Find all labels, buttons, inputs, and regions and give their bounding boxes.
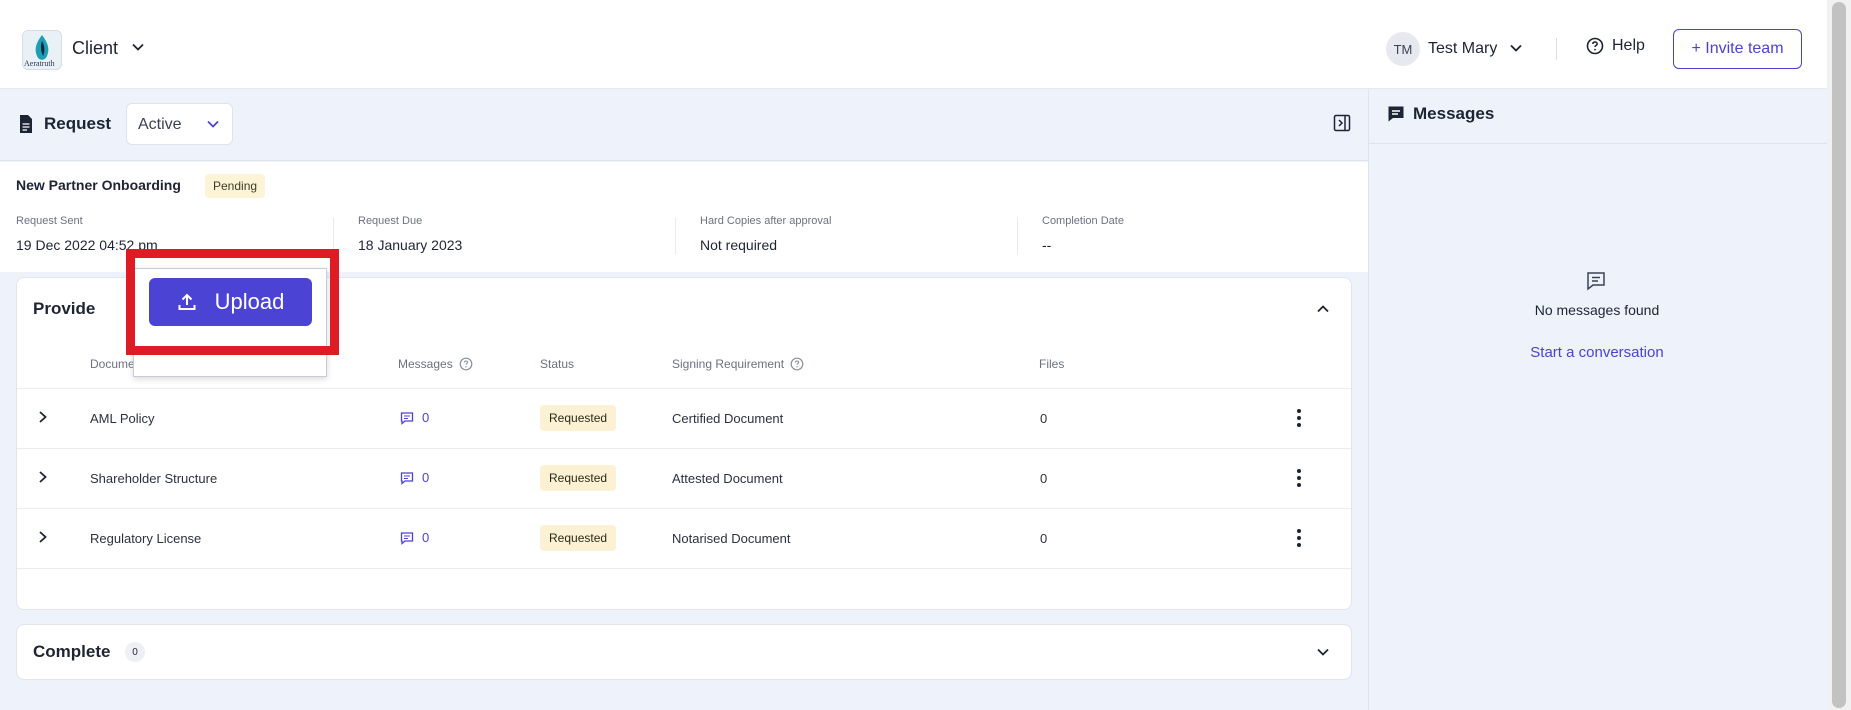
status-badge: Requested [540, 405, 617, 431]
messages-count-link[interactable]: 0 [400, 470, 429, 485]
column-header-status: Status [540, 357, 575, 371]
row-divider [17, 568, 1351, 569]
chevron-down-icon[interactable] [1316, 645, 1330, 659]
chevron-right-icon[interactable] [37, 470, 49, 484]
meta-value-hard-copies: Not required [700, 237, 778, 253]
chevron-right-icon[interactable] [37, 410, 49, 424]
request-status-select[interactable]: Active [126, 103, 233, 145]
chevron-right-icon[interactable] [37, 530, 49, 544]
column-header-messages: Messages [398, 357, 473, 371]
help-label: Help [1612, 37, 1645, 54]
row-divider [17, 448, 1351, 449]
message-icon [400, 471, 414, 485]
row-divider [17, 508, 1351, 509]
empty-chat-icon [1587, 272, 1605, 291]
messages-title: Messages [1413, 104, 1495, 123]
more-options-icon[interactable] [1296, 468, 1302, 488]
message-icon [400, 411, 414, 425]
column-header-files: Files [1039, 357, 1065, 371]
status-select-value: Active [138, 116, 182, 133]
more-options-icon[interactable] [1296, 528, 1302, 548]
complete-title: Complete [33, 642, 111, 661]
info-help-icon[interactable] [459, 357, 473, 371]
invite-team-button[interactable]: + Invite team [1673, 29, 1802, 69]
info-help-icon[interactable] [790, 357, 804, 371]
avatar[interactable]: TM [1386, 32, 1420, 66]
meta-divider [1017, 218, 1018, 254]
top-bar [0, 0, 1827, 89]
meta-label-request-sent: Request Sent [16, 215, 83, 227]
logo-text: Aeratruth [24, 59, 55, 68]
help-button[interactable]: Help [1586, 37, 1645, 55]
more-options-icon[interactable] [1296, 408, 1302, 428]
collapse-panel-icon[interactable] [1333, 114, 1351, 132]
signing-requirement: Certified Document [672, 411, 784, 426]
document-name: Shareholder Structure [90, 471, 218, 486]
chevron-up-icon[interactable] [1316, 302, 1330, 316]
chat-icon [1388, 106, 1404, 122]
status-badge: Requested [540, 465, 617, 491]
request-title: Request [44, 114, 112, 133]
client-logo[interactable]: Aeratruth [22, 30, 62, 70]
complete-section[interactable] [16, 624, 1352, 680]
chevron-down-icon[interactable] [131, 40, 145, 54]
provide-title: Provide [33, 299, 96, 318]
files-count: 0 [1040, 411, 1048, 426]
meta-divider [675, 218, 676, 254]
meta-value-request-due: 18 January 2023 [358, 237, 463, 253]
messages-count-link[interactable]: 0 [400, 530, 429, 545]
header-divider [1556, 38, 1557, 60]
start-conversation-link[interactable]: Start a conversation [1515, 344, 1679, 361]
row-divider [17, 388, 1351, 389]
meta-label-request-due: Request Due [358, 215, 423, 227]
user-menu-label[interactable]: Test Mary [1428, 40, 1497, 58]
messages-panel [1368, 90, 1827, 710]
meta-label-completion-date: Completion Date [1042, 215, 1124, 227]
highlight-box [126, 249, 339, 355]
empty-messages-text: No messages found [1534, 302, 1660, 318]
files-count: 0 [1040, 531, 1048, 546]
complete-count-badge: 0 [125, 642, 145, 662]
scrollbar-thumb[interactable] [1832, 2, 1846, 708]
document-icon [20, 115, 32, 133]
signing-requirement: Attested Document [672, 471, 783, 486]
column-header-signing-requirement: Signing Requirement [672, 357, 804, 371]
messages-count-link[interactable]: 0 [400, 410, 429, 425]
client-switcher-label[interactable]: Client [72, 38, 118, 59]
request-name: New Partner Onboarding [16, 177, 181, 193]
meta-label-hard-copies: Hard Copies after approval [700, 215, 832, 227]
chevron-down-icon [207, 120, 219, 128]
message-icon [400, 531, 414, 545]
signing-requirement: Notarised Document [672, 531, 791, 546]
messages-header-divider [1369, 143, 1827, 144]
document-name: AML Policy [90, 411, 155, 426]
chevron-down-icon[interactable] [1509, 41, 1523, 55]
status-badge: Pending [205, 174, 266, 198]
meta-value-completion-date: -- [1042, 237, 1052, 253]
status-badge: Requested [540, 525, 617, 551]
files-count: 0 [1040, 471, 1048, 486]
help-circle-icon [1586, 37, 1604, 55]
document-name: Regulatory License [90, 531, 202, 546]
